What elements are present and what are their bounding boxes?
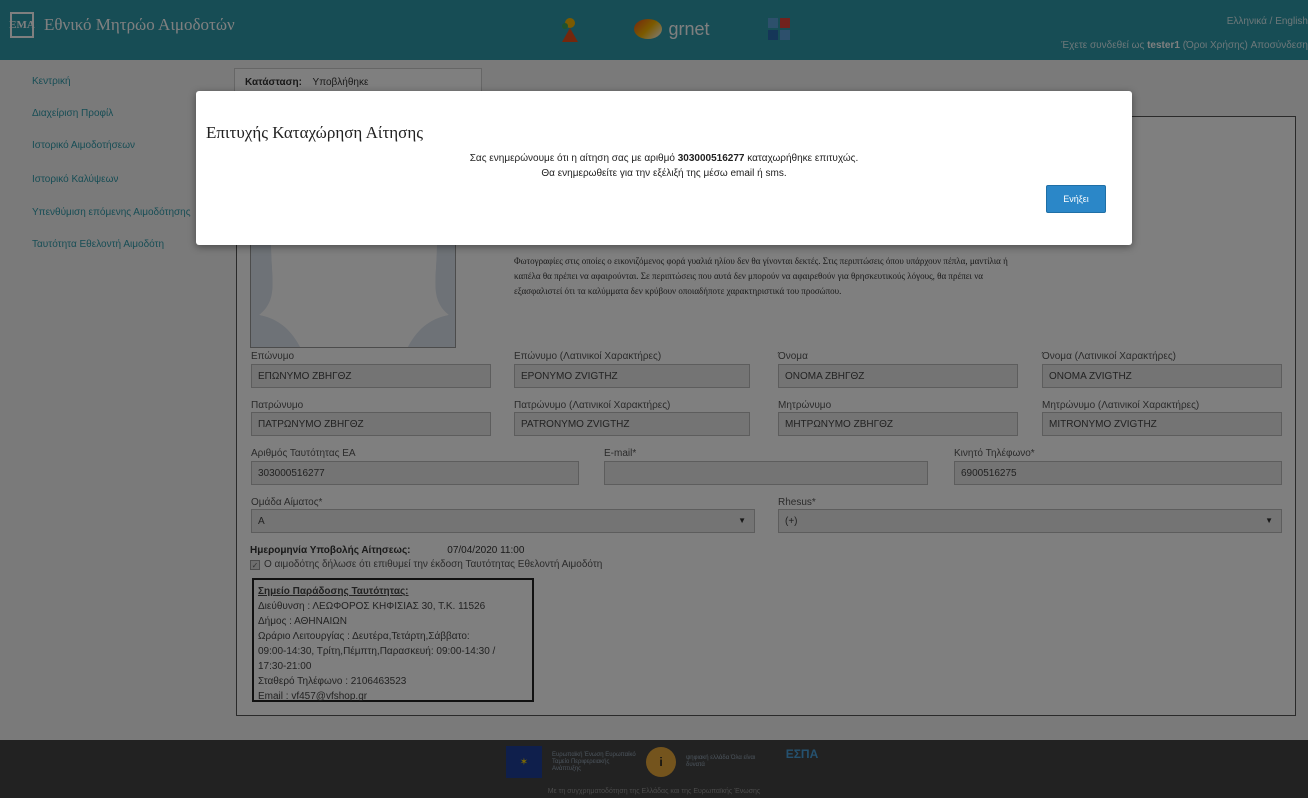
modal-msg-suffix: καταχωρήθηκε επιτυχώς. (747, 153, 859, 164)
close-modal-button[interactable]: Ενήξει (1046, 185, 1106, 213)
modal-msg-prefix: Σας ενημερώνουμε ότι η αίτηση σας με αρι… (469, 153, 675, 164)
modal-message: Σας ενημερώνουμε ότι η αίτηση σας με αρι… (196, 151, 1132, 181)
modal-msg-number: 303000516277 (677, 153, 745, 164)
modal-title: Επιτυχής Καταχώρηση Αίτησης (206, 123, 423, 142)
modal-msg-line2: Θα ενημερωθείτε για την εξέλιξή της μέσω… (541, 168, 787, 179)
success-modal: Επιτυχής Καταχώρηση Αίτησης Σας ενημερών… (196, 91, 1132, 245)
